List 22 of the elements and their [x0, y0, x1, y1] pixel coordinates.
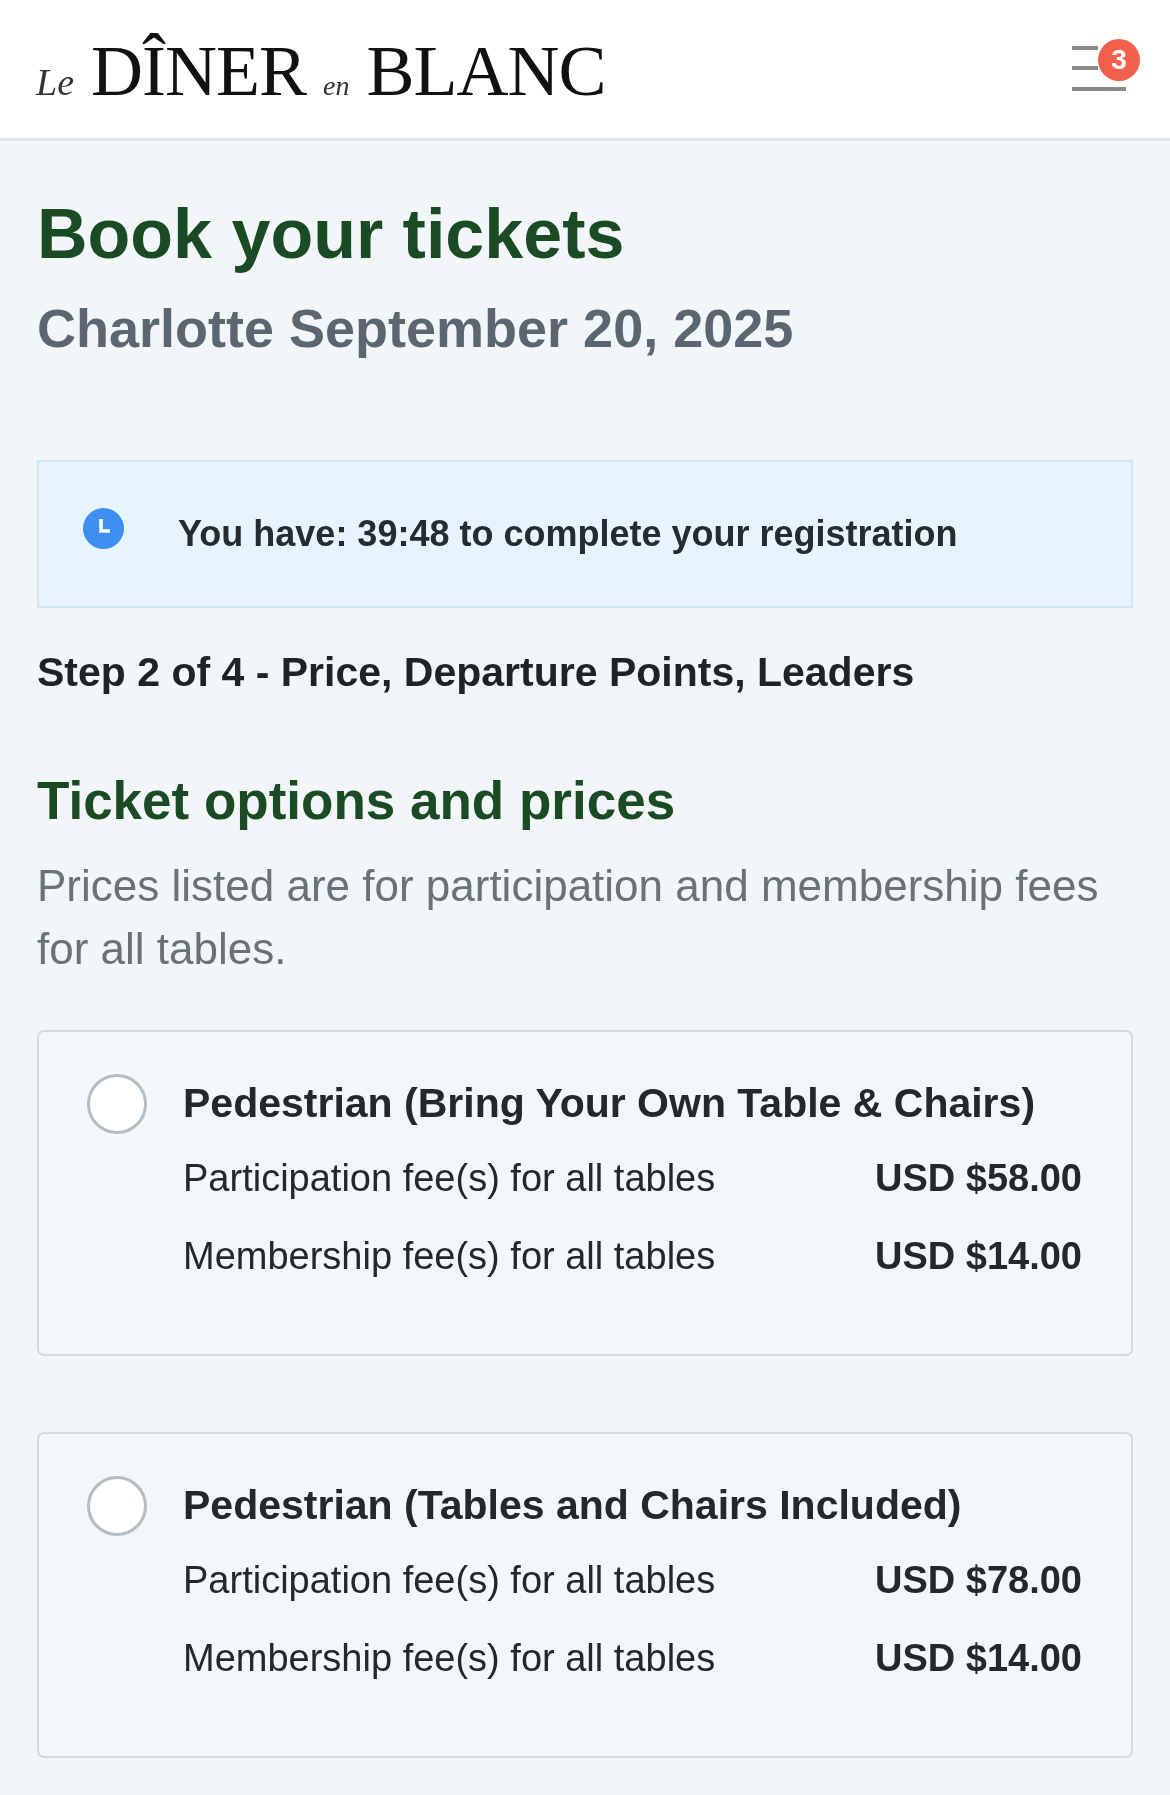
fee-label: Membership fee(s) for all tables	[183, 1234, 716, 1279]
notification-badge: 3	[1098, 39, 1140, 81]
section-description: Prices listed are for participation and membership fees for all tables.	[37, 860, 1100, 975]
event-subtitle: Charlotte September 20, 2025	[37, 297, 795, 360]
ticket-option-title: Pedestrian (Tables and Chairs Included)	[183, 1481, 963, 1530]
fee-amount: USD $58.00	[875, 1156, 1082, 1201]
timer-text: You have: 39:48 to complete your registration	[178, 512, 958, 555]
fee-label: Participation fee(s) for all tables	[183, 1558, 716, 1603]
clock-icon	[83, 508, 124, 549]
fee-label: Participation fee(s) for all tables	[183, 1156, 716, 1201]
logo[interactable]: Le DÎNER en BLANC	[36, 31, 606, 107]
fee-amount: USD $78.00	[875, 1558, 1082, 1603]
step-indicator: Step 2 of 4 - Price, Departure Points, Leaders	[37, 648, 916, 697]
radio-button[interactable]	[87, 1074, 147, 1134]
ticket-option-title: Pedestrian (Bring Your Own Table & Chairs)	[183, 1079, 1037, 1128]
menu-icon	[1072, 45, 1126, 91]
fee-amount: USD $14.00	[875, 1234, 1082, 1279]
fee-label: Membership fee(s) for all tables	[183, 1636, 716, 1681]
page-title: Book your tickets	[37, 194, 626, 275]
radio-button[interactable]	[87, 1476, 147, 1536]
section-heading: Ticket options and prices	[37, 770, 677, 832]
fee-amount: USD $14.00	[875, 1636, 1082, 1681]
